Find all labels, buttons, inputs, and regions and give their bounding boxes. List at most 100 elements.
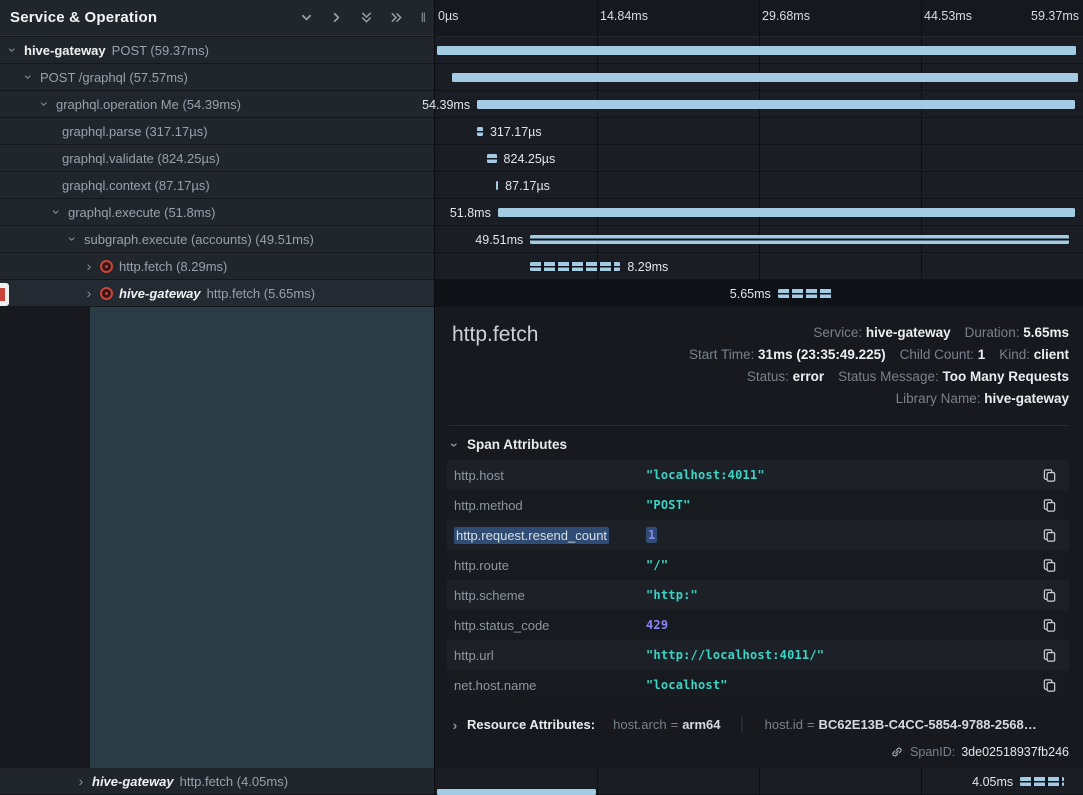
span-attributes-label: Span Attributes: [467, 437, 567, 452]
caret-icon[interactable]: ›: [50, 207, 64, 217]
timeline-pane: 0µs 14.84ms 29.68ms 44.53ms 59.37ms 54.3…: [435, 0, 1083, 795]
span-attributes-header[interactable]: › Span Attributes: [450, 437, 567, 452]
attribute-key: net.host.name: [454, 678, 646, 693]
divider: [449, 425, 1069, 426]
span-label: subgraph.execute (accounts) (49.51ms): [84, 232, 314, 247]
span-bar-row[interactable]: [435, 789, 1083, 795]
copy-button[interactable]: [1040, 525, 1059, 545]
meta-label: Kind:: [999, 347, 1034, 362]
span-tree-row[interactable]: › subgraph.execute (accounts) (49.51ms): [0, 226, 434, 253]
copy-icon: [1042, 527, 1057, 543]
attribute-key: http.url: [454, 648, 646, 663]
attribute-row: http.request.resend_count1: [447, 520, 1069, 550]
meta-value: client: [1034, 347, 1069, 362]
attribute-value: 1: [646, 528, 1030, 542]
duration-label: 49.51ms: [475, 233, 523, 247]
duration-bar[interactable]: [498, 208, 1075, 217]
attribute-row: net.host.name"localhost": [447, 670, 1069, 700]
meta-value: hive-gateway: [866, 325, 951, 340]
copy-icon: [1042, 467, 1057, 483]
duration-label: 8.29ms: [627, 260, 668, 274]
span-label: POST /graphql (57.57ms): [40, 70, 188, 85]
duration-bar[interactable]: [477, 127, 483, 136]
chevron-right-icon[interactable]: [329, 10, 344, 25]
attribute-key: http.status_code: [454, 618, 646, 633]
copy-button[interactable]: [1040, 645, 1059, 665]
copy-button[interactable]: [1040, 615, 1059, 635]
caret-icon[interactable]: ›: [76, 774, 86, 788]
service-name: hive-gateway: [119, 286, 201, 301]
caret-icon[interactable]: ›: [38, 99, 52, 109]
attribute-row: http.method"POST": [447, 490, 1069, 520]
span-tree-row[interactable]: ›graphql.operation Me (54.39ms): [0, 91, 434, 118]
copy-icon: [1042, 647, 1057, 663]
expand-all-icon[interactable]: [389, 10, 404, 25]
duration-bar[interactable]: [778, 289, 834, 298]
caret-icon[interactable]: ›: [84, 259, 94, 273]
caret-icon[interactable]: ›: [6, 45, 20, 55]
attribute-value: "/": [646, 558, 1030, 572]
meta-value: Too Many Requests: [942, 369, 1069, 384]
meta-label: Library Name:: [896, 391, 985, 406]
span-tree-row[interactable]: ›hive-gatewayPOST (59.37ms): [0, 37, 434, 64]
meta-value: 5.65ms: [1023, 325, 1069, 340]
chevron-down-icon[interactable]: [299, 10, 314, 25]
copy-icon: [1042, 677, 1057, 693]
copy-button[interactable]: [1040, 495, 1059, 515]
span-tree-row[interactable]: graphql.parse (317.17µs): [0, 118, 434, 145]
caret-icon[interactable]: ›: [22, 72, 36, 82]
caret-icon[interactable]: ›: [448, 440, 462, 450]
duration-bar[interactable]: [1020, 777, 1064, 786]
meta-label: Child Count:: [900, 347, 978, 362]
span-tree-row[interactable]: › hive-gateway http.fetch (5.65ms): [0, 280, 434, 307]
caret-icon[interactable]: ›: [450, 718, 460, 732]
meta-pair: Service: hive-gateway: [813, 325, 950, 340]
tick-label: 0µs: [438, 9, 458, 23]
span-tree-row[interactable]: › http.fetch (8.29ms): [0, 253, 434, 280]
copy-icon: [1042, 557, 1057, 573]
duration-bar[interactable]: [530, 235, 1069, 244]
resource-attributes-row: › Resource Attributes: host.arch = arm64…: [450, 717, 1075, 732]
caret-icon[interactable]: ›: [66, 234, 80, 244]
duration-label: 824.25µs: [504, 152, 556, 166]
duration-bar[interactable]: [452, 73, 1078, 82]
caret-icon[interactable]: ›: [84, 286, 94, 300]
error-icon: [100, 260, 113, 273]
collapse-all-icon[interactable]: [359, 10, 374, 25]
duration-bar[interactable]: [530, 262, 620, 271]
duration-bar[interactable]: [477, 100, 1075, 109]
attribute-key: http.request.resend_count: [454, 528, 646, 543]
span-tree-row[interactable]: ›graphql.execute (51.8ms): [0, 199, 434, 226]
duration-label: 5.65ms: [730, 287, 771, 301]
copy-button[interactable]: [1040, 465, 1059, 485]
resource-key: host.id: [765, 717, 803, 732]
span-tree-row[interactable]: graphql.validate (824.25µs): [0, 145, 434, 172]
panel-resize-handle[interactable]: ‖: [421, 10, 426, 25]
duration-bar[interactable]: [437, 789, 596, 795]
attribute-row: http.url"http://localhost:4011/": [447, 640, 1069, 670]
duration-label: 54.39ms: [422, 98, 470, 112]
span-label: graphql.validate (824.25µs): [62, 151, 220, 166]
span-title: http.fetch: [452, 323, 538, 347]
span-tree-row[interactable]: ›hive-gatewayhttp.fetch (4.05ms): [0, 768, 434, 795]
resource-attributes-header[interactable]: › Resource Attributes:: [450, 717, 595, 732]
span-tree-row[interactable]: graphql.context (87.17µs): [0, 172, 434, 199]
duration-bar[interactable]: [437, 46, 1076, 55]
span-id-label: SpanID:: [910, 745, 955, 759]
span-tree-row[interactable]: › POST /graphql (57.57ms): [0, 64, 434, 91]
duration-bar[interactable]: [496, 181, 499, 190]
duration-bar[interactable]: [487, 154, 496, 163]
copy-button[interactable]: [1040, 555, 1059, 575]
resource-attributes-label: Resource Attributes:: [467, 717, 595, 732]
selection-highlight-block: [90, 307, 434, 768]
span-label: graphql.parse (317.17µs): [62, 124, 208, 139]
copy-button[interactable]: [1040, 675, 1059, 695]
copy-button[interactable]: [1040, 585, 1059, 605]
attribute-key: http.scheme: [454, 588, 646, 603]
attribute-row: http.host"localhost:4011": [447, 460, 1069, 490]
duration-label: 87.17µs: [505, 179, 550, 193]
meta-pair: Library Name: hive-gateway: [896, 391, 1069, 406]
attribute-key: http.route: [454, 558, 646, 573]
span-label: http.fetch (8.29ms): [119, 259, 227, 274]
span-label: http.fetch (5.65ms): [207, 286, 315, 301]
